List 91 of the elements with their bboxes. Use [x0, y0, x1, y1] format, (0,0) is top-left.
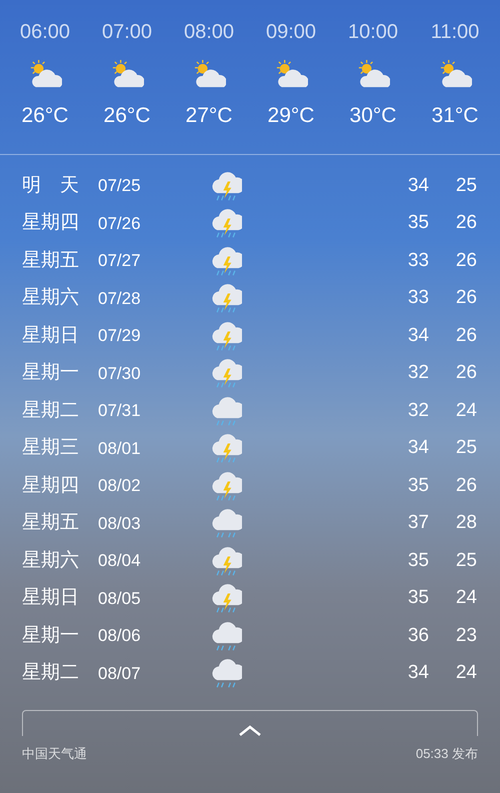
day-name: 星期二: [22, 661, 80, 685]
low-temperature: 26: [454, 324, 477, 348]
rain-cloud-icon: [210, 657, 242, 690]
date-label: 07/27: [98, 250, 142, 272]
high-temperature: 33: [406, 286, 429, 310]
date-label: 08/05: [98, 588, 142, 610]
low-temperature: 24: [454, 586, 477, 610]
high-temperature: 33: [406, 248, 429, 272]
thunder-rain-cloud-icon: [210, 544, 242, 577]
date-label: 08/07: [98, 662, 142, 684]
date-label: 07/30: [98, 362, 142, 384]
date-label: 08/03: [98, 512, 142, 534]
sun-cloud-icon: [356, 59, 390, 89]
date-label: 07/31: [98, 400, 142, 422]
hour-temperature: 26°C: [104, 105, 150, 126]
thunder-rain-cloud-icon: [210, 244, 242, 277]
sun-cloud-icon: [192, 59, 226, 89]
rain-cloud-icon: [210, 620, 242, 652]
high-temperature: 35: [406, 211, 429, 235]
low-temperature: 28: [454, 511, 477, 535]
day-name: 星期六: [22, 286, 80, 310]
low-temperature: 26: [454, 474, 477, 498]
day-name: 星期五: [22, 248, 80, 272]
day-name: 星期日: [22, 586, 80, 610]
low-temperature: 26: [454, 361, 477, 385]
hour-temperature: 31°C: [432, 105, 478, 126]
date-label: 08/06: [98, 625, 142, 647]
day-name: 星期六: [22, 548, 80, 572]
low-temperature: 25: [454, 174, 477, 198]
rain-cloud-icon: [210, 394, 242, 427]
low-temperature: 26: [454, 211, 477, 235]
day-name: 星期二: [22, 398, 80, 422]
date-label: 07/26: [98, 212, 142, 234]
high-temperature: 34: [406, 661, 429, 685]
thunder-rain-cloud-icon: [210, 432, 242, 464]
day-name: 星期一: [22, 624, 80, 648]
hour-temperature: 29°C: [268, 105, 314, 126]
day-name: 星期三: [22, 436, 80, 460]
sun-cloud-icon: [28, 59, 62, 89]
hour-temperature: 30°C: [350, 105, 396, 126]
day-name: 明 天: [22, 174, 80, 198]
low-temperature: 23: [454, 624, 477, 648]
low-temperature: 25: [454, 436, 477, 460]
high-temperature: 35: [406, 586, 429, 610]
thunder-rain-cloud-icon: [210, 207, 242, 240]
high-temperature: 32: [406, 398, 429, 422]
date-label: 08/01: [98, 438, 142, 460]
low-temperature: 25: [454, 548, 477, 572]
date-label: 07/28: [98, 288, 142, 310]
hour-temperature: 26°C: [22, 105, 68, 126]
sun-cloud-icon: [274, 59, 308, 89]
thunder-rain-cloud-icon: [210, 470, 242, 502]
day-name: 星期五: [22, 511, 80, 535]
day-name: 星期四: [22, 211, 80, 235]
thunder-rain-cloud-icon: [210, 282, 242, 314]
high-temperature: 36: [406, 624, 429, 648]
high-temperature: 34: [406, 324, 429, 348]
source-label: 中国天气通: [22, 745, 87, 763]
high-temperature: 34: [406, 174, 429, 198]
date-label: 08/04: [98, 550, 142, 572]
thunder-rain-cloud-icon: [210, 357, 242, 390]
day-name: 星期四: [22, 474, 80, 498]
thunder-rain-cloud-icon: [210, 582, 242, 614]
high-temperature: 37: [406, 511, 429, 535]
low-temperature: 26: [454, 248, 477, 272]
day-name: 星期日: [22, 324, 80, 348]
chevron-up-icon[interactable]: [238, 724, 262, 736]
high-temperature: 34: [406, 436, 429, 460]
high-temperature: 35: [406, 474, 429, 498]
hour-label: 06:00: [20, 22, 70, 42]
thunder-rain-cloud-icon: [210, 170, 242, 202]
hour-label: 08:00: [184, 22, 234, 42]
date-label: 07/25: [98, 175, 142, 197]
sun-cloud-icon: [438, 59, 472, 89]
sun-cloud-icon: [110, 59, 144, 89]
low-temperature: 24: [454, 398, 477, 422]
day-name: 星期一: [22, 361, 80, 385]
hour-temperature: 27°C: [186, 105, 232, 126]
low-temperature: 26: [454, 286, 477, 310]
hour-label: 11:00: [430, 22, 480, 42]
hour-label: 10:00: [348, 22, 398, 42]
low-temperature: 24: [454, 661, 477, 685]
date-label: 08/02: [98, 475, 142, 497]
high-temperature: 35: [406, 548, 429, 572]
rain-cloud-icon: [210, 507, 242, 540]
hour-label: 09:00: [266, 22, 316, 42]
hour-label: 07:00: [102, 22, 152, 42]
thunder-rain-cloud-icon: [210, 320, 242, 352]
high-temperature: 32: [406, 361, 429, 385]
date-label: 07/29: [98, 325, 142, 347]
publish-time: 05:33 发布: [416, 745, 478, 763]
